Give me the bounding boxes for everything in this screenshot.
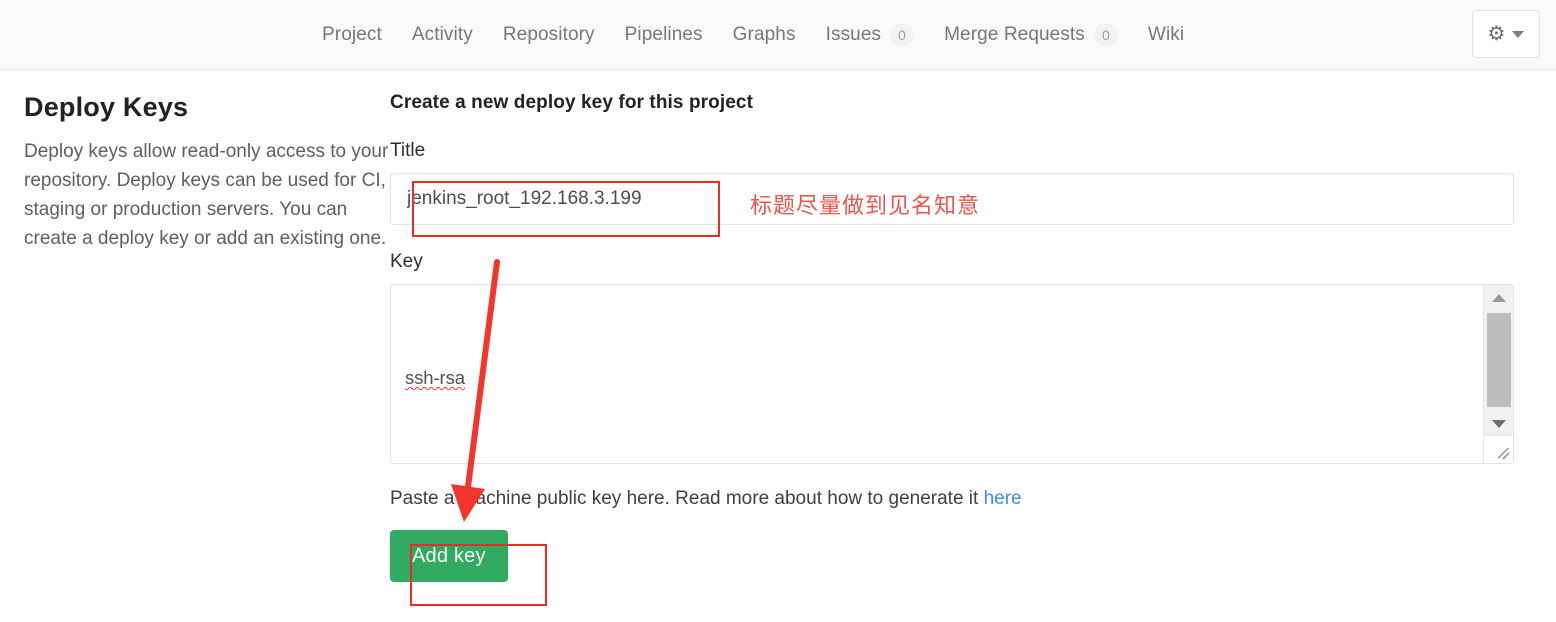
nav-item-label: Issues	[826, 24, 882, 46]
deploy-key-textarea-content: ssh-rsa AAAAB3NzaC1yc2EAAAADAQABAAABAQC3…	[405, 299, 1477, 464]
nav-item-label: Graphs	[733, 24, 796, 46]
nav-item-label: Pipelines	[625, 24, 703, 46]
scrollbar-thumb[interactable]	[1487, 313, 1511, 407]
key-line: AAAAB3NzaC1yc2EAAAADAQABAAABAQC3vhfbA4Nd…	[405, 457, 1477, 465]
nav-item-issues[interactable]: Issues 0	[826, 23, 915, 47]
project-settings-button[interactable]: ⚙	[1472, 10, 1540, 58]
nav-item-wiki[interactable]: Wiki	[1148, 24, 1184, 46]
gear-icon: ⚙	[1488, 24, 1506, 44]
nav-item-graphs[interactable]: Graphs	[733, 24, 796, 46]
deploy-key-textarea[interactable]: ssh-rsa AAAAB3NzaC1yc2EAAAADAQABAAABAQC3…	[390, 284, 1514, 464]
key-help-text: Paste a machine public key here. Read mo…	[390, 488, 1540, 510]
nav-item-list: Project Activity Repository Pipelines Gr…	[322, 23, 1184, 47]
issues-count-badge: 0	[890, 23, 914, 47]
nav-item-label: Project	[322, 24, 382, 46]
nav-item-merge-requests[interactable]: Merge Requests 0	[944, 23, 1118, 47]
deploy-keys-sidebar: Deploy Keys Deploy keys allow read-only …	[0, 92, 390, 582]
nav-item-project[interactable]: Project	[322, 24, 382, 46]
nav-item-label: Repository	[503, 24, 595, 46]
nav-item-label: Wiki	[1148, 24, 1184, 46]
triangle-up-icon	[1492, 294, 1506, 302]
title-field-label: Title	[390, 140, 1540, 162]
deploy-key-textarea-wrapper: ssh-rsa AAAAB3NzaC1yc2EAAAADAQABAAABAQC3…	[390, 284, 1514, 464]
scroll-down-button[interactable]	[1484, 411, 1513, 437]
key-field-label: Key	[390, 251, 1540, 273]
top-navigation-bar: Project Activity Repository Pipelines Gr…	[0, 0, 1556, 70]
key-line: ssh-rsa	[405, 362, 1477, 394]
merge-requests-count-badge: 0	[1094, 23, 1118, 47]
nav-item-activity[interactable]: Activity	[412, 24, 473, 46]
nav-item-label: Merge Requests	[944, 24, 1085, 46]
nav-item-repository[interactable]: Repository	[503, 24, 595, 46]
chevron-down-icon	[1512, 31, 1524, 38]
nav-item-pipelines[interactable]: Pipelines	[625, 24, 703, 46]
deploy-key-title-input[interactable]	[390, 173, 1514, 225]
form-actions: Add key	[390, 530, 1540, 582]
add-key-button[interactable]: Add key	[390, 530, 508, 582]
key-help-link[interactable]: here	[984, 488, 1022, 509]
page-content: Deploy Keys Deploy keys allow read-only …	[0, 70, 1556, 582]
nav-item-label: Activity	[412, 24, 473, 46]
textarea-resize-handle[interactable]	[1483, 435, 1513, 463]
sidebar-description: Deploy keys allow read-only access to yo…	[24, 137, 390, 253]
page-title: Deploy Keys	[24, 92, 390, 123]
scroll-up-button[interactable]	[1484, 285, 1513, 311]
deploy-key-form: Create a new deploy key for this project…	[390, 92, 1556, 582]
triangle-down-icon	[1492, 420, 1506, 428]
form-heading: Create a new deploy key for this project	[390, 92, 1540, 114]
key-help-text-body: Paste a machine public key here. Read mo…	[390, 488, 984, 509]
